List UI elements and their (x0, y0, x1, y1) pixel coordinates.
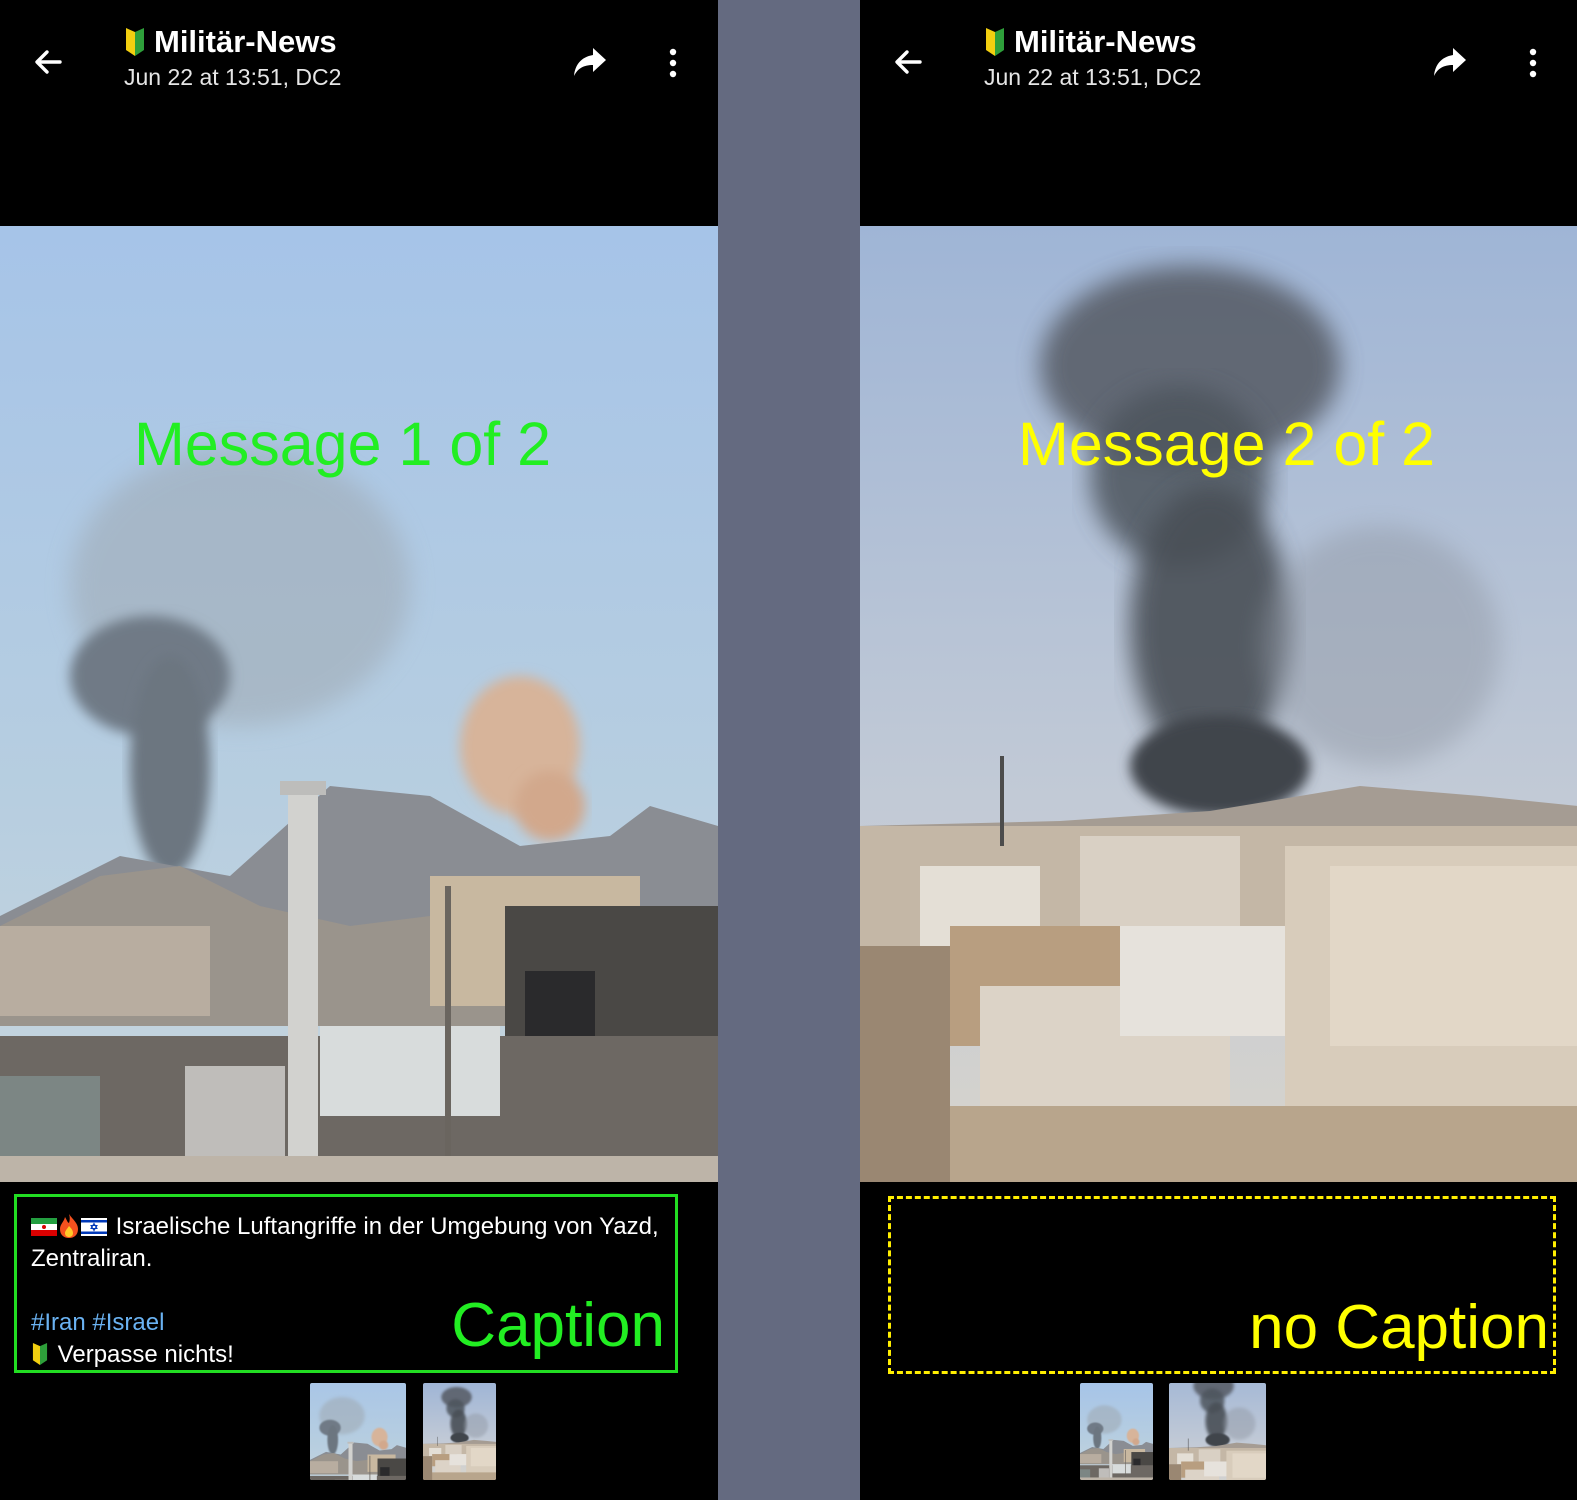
more-vertical-icon[interactable] (1528, 48, 1538, 78)
thumbnail-1[interactable] (1080, 1383, 1153, 1480)
thumbnail-2[interactable] (1169, 1383, 1266, 1480)
channel-name: Militär-News (154, 24, 337, 59)
channel-header[interactable]: Militär-News Jun 22 at 13:51, DC2 (984, 24, 1201, 92)
media-viewer-message-1: Militär-News Jun 22 at 13:51, DC2 Messag… (0, 0, 718, 1500)
thumbnail-2[interactable] (423, 1383, 496, 1480)
caption-hashtags[interactable]: #Iran #Israel (31, 1309, 164, 1336)
back-arrow-icon[interactable] (30, 44, 66, 80)
empty-caption-box: no Caption (888, 1196, 1556, 1374)
message-timestamp: Jun 22 at 13:51, DC2 (984, 64, 1202, 90)
channel-header[interactable]: Militär-News Jun 22 at 13:51, DC2 (124, 24, 341, 92)
thumbnail-1[interactable] (310, 1383, 406, 1480)
channel-title: Militär-News (124, 24, 341, 60)
top-bar: Militär-News Jun 22 at 13:51, DC2 (0, 0, 718, 130)
caption-box: Israelische Luftangriffe in der Umgebung… (14, 1194, 678, 1373)
caption-footer: Verpasse nichts! (57, 1341, 234, 1368)
beginner-leaf-icon (126, 28, 144, 56)
flag-israel-icon (81, 1218, 107, 1236)
media-photo[interactable] (0, 226, 718, 1182)
caption-body: Israelische Luftangriffe in der Umgebung… (31, 1213, 659, 1272)
beginner-leaf-icon (986, 28, 1004, 56)
caption-annotation-label: no Caption (1249, 1293, 1549, 1362)
thumbnail-strip (310, 1383, 496, 1480)
media-photo[interactable] (860, 226, 1577, 1182)
overlay-label-message: Message 2 of 2 (1018, 410, 1436, 478)
beginner-leaf-icon (32, 1343, 48, 1365)
more-vertical-icon[interactable] (668, 48, 678, 78)
top-bar: Militär-News Jun 22 at 13:51, DC2 (860, 0, 1577, 130)
share-icon[interactable] (572, 46, 608, 78)
message-timestamp: Jun 22 at 13:51, DC2 (124, 64, 342, 90)
flag-iran-icon (31, 1218, 57, 1236)
share-icon[interactable] (1432, 46, 1468, 78)
fire-icon (60, 1214, 78, 1238)
overlay-label-message: Message 1 of 2 (134, 410, 552, 478)
channel-name: Militär-News (1014, 24, 1197, 59)
media-viewer-message-2: Militär-News Jun 22 at 13:51, DC2 Messag… (860, 0, 1577, 1500)
thumbnail-strip (1080, 1383, 1266, 1480)
channel-title: Militär-News (984, 24, 1201, 60)
caption-annotation-label: Caption (451, 1291, 665, 1360)
back-arrow-icon[interactable] (890, 44, 926, 80)
